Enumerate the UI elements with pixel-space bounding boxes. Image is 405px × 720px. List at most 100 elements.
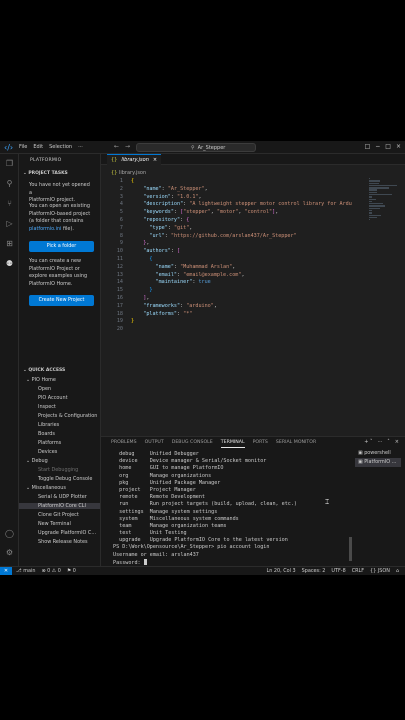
quick-serial-plotter[interactable]: Serial & UDP Plotter [38,494,87,500]
close-window-icon[interactable]: × [396,143,401,150]
quick-release-notes[interactable]: Show Release Notes [38,539,88,545]
more-actions-icon[interactable]: ··· [378,439,383,445]
quick-start-debugging[interactable]: Start Debugging [38,467,78,473]
misc-group[interactable]: ⌄ Miscellaneous [26,485,66,491]
line-number: 6 [119,217,123,223]
minimize-icon[interactable]: − [375,143,380,150]
breadcrumb[interactable]: {} library.json [111,170,146,176]
code-token: "frameworks" [131,302,181,309]
tab-terminal[interactable]: TERMINAL [220,437,245,448]
code-token: "authors" [131,248,171,255]
line-number: 5 [119,209,123,216]
search-view-icon[interactable]: ⚲ [4,178,15,189]
quick-clone-git-project[interactable]: Clone Git Project [38,512,79,518]
code-token: , [204,185,208,192]
close-panel-icon[interactable]: × [395,439,399,445]
quick-open[interactable]: Open [38,386,51,392]
status-right: Ln 20, Col 3 Spaces: 2 UTF-8 CRLF {} JSO… [267,567,400,575]
menu-selection[interactable]: Selection [49,144,72,150]
code-token: "name" [131,263,174,270]
tab-serial-monitor[interactable]: SERIAL MONITOR [276,437,316,448]
notifications-bell-icon[interactable]: ⌂ [396,567,399,575]
quick-access-header[interactable]: ⌄ QUICK ACCESS [23,368,65,373]
quick-toggle-debug-console[interactable]: Toggle Debug Console [38,476,92,482]
code-token: "repository" [131,217,181,223]
menu-file[interactable]: File [19,144,27,150]
minimap-line [369,180,380,182]
settings-gear-icon[interactable]: ⚙ [4,547,15,558]
language-mode[interactable]: {} JSON [370,567,390,575]
command-center-search[interactable]: ⚲ Ar_Stepper [136,143,256,152]
maximize-icon[interactable]: □ [385,143,391,150]
code-token: ] [131,295,147,301]
line-content: "url": "https://github.com/arslan437/Ar_… [131,232,297,239]
create-project-message: You can create a new PlatformIO Project … [29,258,93,289]
minimap-line [369,184,397,187]
pick-folder-button[interactable]: Pick a folder [29,241,94,252]
line-content: }, [131,240,149,246]
terminal-scrollbar[interactable] [349,537,352,561]
terminal-line: upgrade Upgrade PlatformIO Core to the l… [113,537,288,544]
line-ending[interactable]: CRLF [352,567,364,575]
code-token: "stepper" [183,209,211,216]
minimap-line [369,205,385,207]
problems-indicator[interactable]: ⊗ 0 ⚠ 0 [41,567,60,575]
platformio-alien-icon[interactable]: ⚉ [4,258,15,269]
terminal-item-platformio[interactable]: ▣ PlatformIO ... [355,458,401,467]
platformio-ini-link[interactable]: platformio.ini [29,226,61,232]
quick-projects-configuration[interactable]: Projects & Configuration [38,413,97,419]
quick-upgrade-core[interactable]: Upgrade PlatformIO C... [38,530,96,536]
menu-more[interactable]: ··· [78,144,83,150]
tab-library-json[interactable]: {} library.json × [107,154,162,165]
platformio-sidebar: PLATFORMIO ⌄ PROJECT TASKS You have not … [19,154,101,566]
cursor-position[interactable]: Ln 20, Col 3 [267,567,296,575]
back-arrow-icon[interactable]: ← [114,143,119,150]
pio-home-group[interactable]: ⌄ PIO Home [26,377,56,383]
encoding[interactable]: UTF-8 [331,567,345,575]
terminal-output[interactable]: debug Unified Debugger device Device man… [113,451,349,566]
quick-boards[interactable]: Boards [38,431,55,437]
maximize-panel-icon[interactable]: ˄ [387,439,390,445]
extensions-icon[interactable]: ⊞ [4,238,15,249]
quick-devices[interactable]: Devices [38,449,57,455]
quick-core-cli[interactable]: PlatformIO Core CLI [19,503,100,509]
terminal-item-powershell[interactable]: ▣ powershell [355,449,401,458]
explorer-icon[interactable]: ❐ [4,158,15,169]
code-token: "email" [131,271,178,278]
branch-indicator[interactable]: ⎇ main [16,567,35,575]
menu-edit[interactable]: Edit [33,144,43,150]
source-control-icon[interactable]: ⑂ [4,198,15,209]
new-terminal-icon[interactable]: + ˅ [364,439,372,445]
tab-problems[interactable]: PROBLEMS [111,437,137,448]
code-token: } [131,287,153,294]
ports-indicator[interactable]: ⚑ 0 [67,567,76,575]
tab-ports[interactable]: PORTS [253,437,268,448]
tab-debug-console[interactable]: DEBUG CONSOLE [172,437,213,448]
terminal-line: debug Unified Debugger [113,451,199,457]
account-icon[interactable]: ◯ [4,528,15,539]
line-number: 1 [119,178,123,184]
code-token: "https://github.com/arslan437/Ar_Stepper… [170,232,297,239]
minimap[interactable] [369,178,399,228]
tab-output[interactable]: OUTPUT [145,437,164,448]
remote-indicator-icon[interactable]: ✕ [0,567,12,575]
open-line: PlatformIO-based project [29,210,91,217]
quick-new-terminal[interactable]: New Terminal [38,521,71,527]
tab-close-icon[interactable]: × [153,155,157,165]
menu-bar: File Edit Selection ··· [19,144,83,150]
nav-arrows: ← → [114,143,130,150]
project-tasks-header[interactable]: ⌄ PROJECT TASKS [23,171,68,176]
forward-arrow-icon[interactable]: → [125,143,130,150]
run-debug-icon[interactable]: ▷ [4,218,15,229]
quick-platforms[interactable]: Platforms [38,440,61,446]
layout-toggle-icon[interactable]: □ [365,143,371,150]
breadcrumb-file: library.json [118,170,147,176]
open-link-suffix: file). [61,226,74,233]
debug-group[interactable]: ⌄ Debug [26,458,48,464]
indentation[interactable]: Spaces: 2 [302,567,326,575]
create-new-project-button[interactable]: Create New Project [29,295,94,306]
quick-libraries[interactable]: Libraries [38,422,59,428]
code-token: , [241,271,245,278]
quick-pio-account[interactable]: PIO Account [38,395,68,401]
quick-inspect[interactable]: Inspect [38,404,56,410]
